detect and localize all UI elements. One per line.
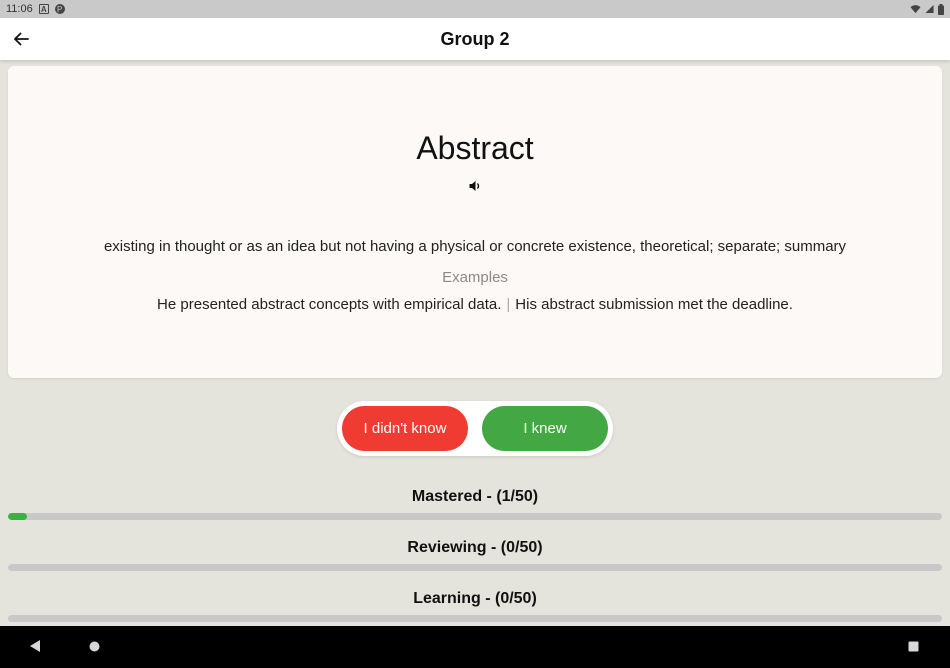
word-title: Abstract	[416, 130, 534, 166]
pronounce-button[interactable]	[466, 178, 484, 194]
app-bar: Group 2	[0, 18, 950, 60]
p-circle-icon: P	[54, 4, 65, 14]
learning-label: Learning - (0/50)	[413, 590, 537, 607]
examples-label: Examples	[442, 269, 508, 286]
word-card: Abstract existing in thought or as an id…	[8, 66, 942, 378]
reviewing-label: Reviewing - (0/50)	[407, 539, 543, 556]
examples-text: He presented abstract concepts with empi…	[8, 296, 942, 313]
arrow-back-icon	[14, 32, 29, 46]
learning-progress-bar	[8, 615, 942, 622]
page-title: Group 2	[440, 28, 510, 49]
battery-icon	[938, 3, 944, 15]
volume-icon	[469, 181, 479, 191]
status-time: 11:06	[6, 3, 33, 15]
didnt-know-button[interactable]: I didn't know	[342, 406, 468, 451]
example-sentence: He presented abstract concepts with empi…	[157, 296, 502, 313]
nav-home-icon[interactable]	[89, 641, 100, 652]
word-definition: existing in thought or as an idea but no…	[103, 238, 847, 255]
mastered-progress-bar	[8, 513, 942, 520]
mastered-progress-fill	[8, 513, 27, 520]
back-button[interactable]	[8, 26, 34, 52]
wifi-icon	[910, 5, 921, 14]
mastered-label: Mastered - (1/50)	[411, 488, 539, 505]
reviewing-progress-bar	[8, 564, 942, 571]
a-box-icon: A	[38, 4, 49, 14]
system-nav-bar	[0, 626, 950, 668]
answer-buttons: I didn't know I knew	[337, 401, 613, 456]
example-sentence: His abstract submission met the deadline…	[515, 296, 793, 313]
status-bar: 11:06 A P	[0, 0, 950, 18]
knew-button[interactable]: I knew	[482, 406, 608, 451]
nav-back-icon[interactable]	[29, 639, 41, 653]
example-separator: |	[506, 296, 511, 313]
signal-icon	[925, 4, 934, 14]
nav-recents-icon[interactable]	[908, 641, 919, 652]
